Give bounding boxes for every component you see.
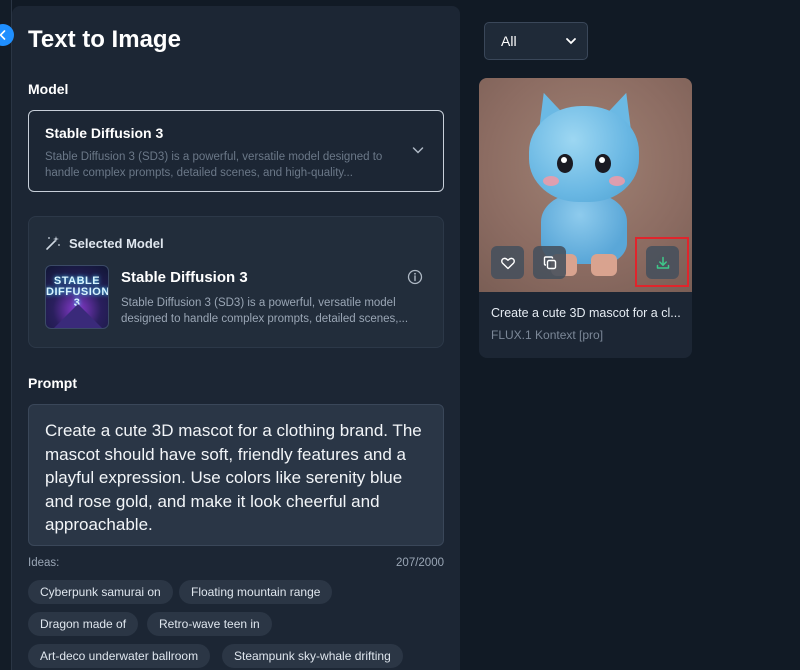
prompt-textarea[interactable]: Create a cute 3D mascot for a clothing b… (28, 404, 444, 546)
magic-wand-icon (46, 236, 60, 250)
mascot-foot (591, 254, 617, 276)
idea-chip[interactable]: Floating mountain range (179, 580, 333, 604)
filter-select[interactable]: All (484, 22, 588, 60)
result-caption: Create a cute 3D mascot for a cl... (491, 306, 681, 320)
mascot-eye (557, 154, 573, 173)
idea-chip[interactable]: Retro-wave teen in (147, 612, 272, 636)
prompt-section-label: Prompt (28, 375, 77, 391)
info-icon[interactable] (407, 269, 423, 285)
chevron-down-icon (412, 147, 424, 154)
app-sidebar-edge (0, 0, 12, 670)
mascot-head (529, 106, 639, 202)
ideas-label: Ideas: (28, 557, 60, 569)
model-section-label: Model (28, 81, 69, 97)
character-count: 207/2000 (396, 557, 444, 569)
idea-chip[interactable]: Steampunk sky-whale drifting (222, 644, 403, 668)
result-card[interactable]: Create a cute 3D mascot for a cl... FLUX… (479, 78, 692, 358)
chevron-left-icon (0, 30, 6, 40)
selected-model-card: Selected Model STABLE DIFFUSION 3 Stable… (28, 216, 444, 348)
copy-icon (543, 255, 556, 269)
selected-model-description: Stable Diffusion 3 (SD3) is a powerful, … (121, 297, 409, 325)
mascot-eye (595, 154, 611, 173)
model-thumbnail: STABLE DIFFUSION 3 (45, 265, 109, 329)
download-highlight-box (635, 237, 689, 287)
thumbnail-mountain (54, 304, 102, 328)
result-model-name: FLUX.1 Kontext [pro] (491, 328, 604, 342)
filter-select-value: All (501, 33, 517, 49)
chevron-down-icon (566, 38, 576, 45)
selected-model-name: Stable Diffusion 3 (121, 269, 248, 286)
idea-chip[interactable]: Cyberpunk samurai on (28, 580, 173, 604)
mascot-cheek (543, 176, 559, 186)
idea-chip[interactable]: Dragon made of (28, 612, 139, 636)
model-select-dropdown[interactable]: Stable Diffusion 3 Stable Diffusion 3 (S… (28, 110, 444, 192)
model-select-description: Stable Diffusion 3 (SD3) is a powerful, … (45, 151, 383, 179)
model-select-name: Stable Diffusion 3 (45, 125, 164, 141)
selected-model-header: Selected Model (45, 235, 164, 251)
heart-icon (500, 257, 515, 269)
favorite-button[interactable] (491, 246, 524, 279)
idea-chip[interactable]: Art-deco underwater ballroom (28, 644, 211, 668)
page-title: Text to Image (28, 26, 181, 53)
mascot-cheek (609, 176, 625, 186)
copy-button[interactable] (533, 246, 566, 279)
selected-model-header-label: Selected Model (69, 235, 164, 251)
